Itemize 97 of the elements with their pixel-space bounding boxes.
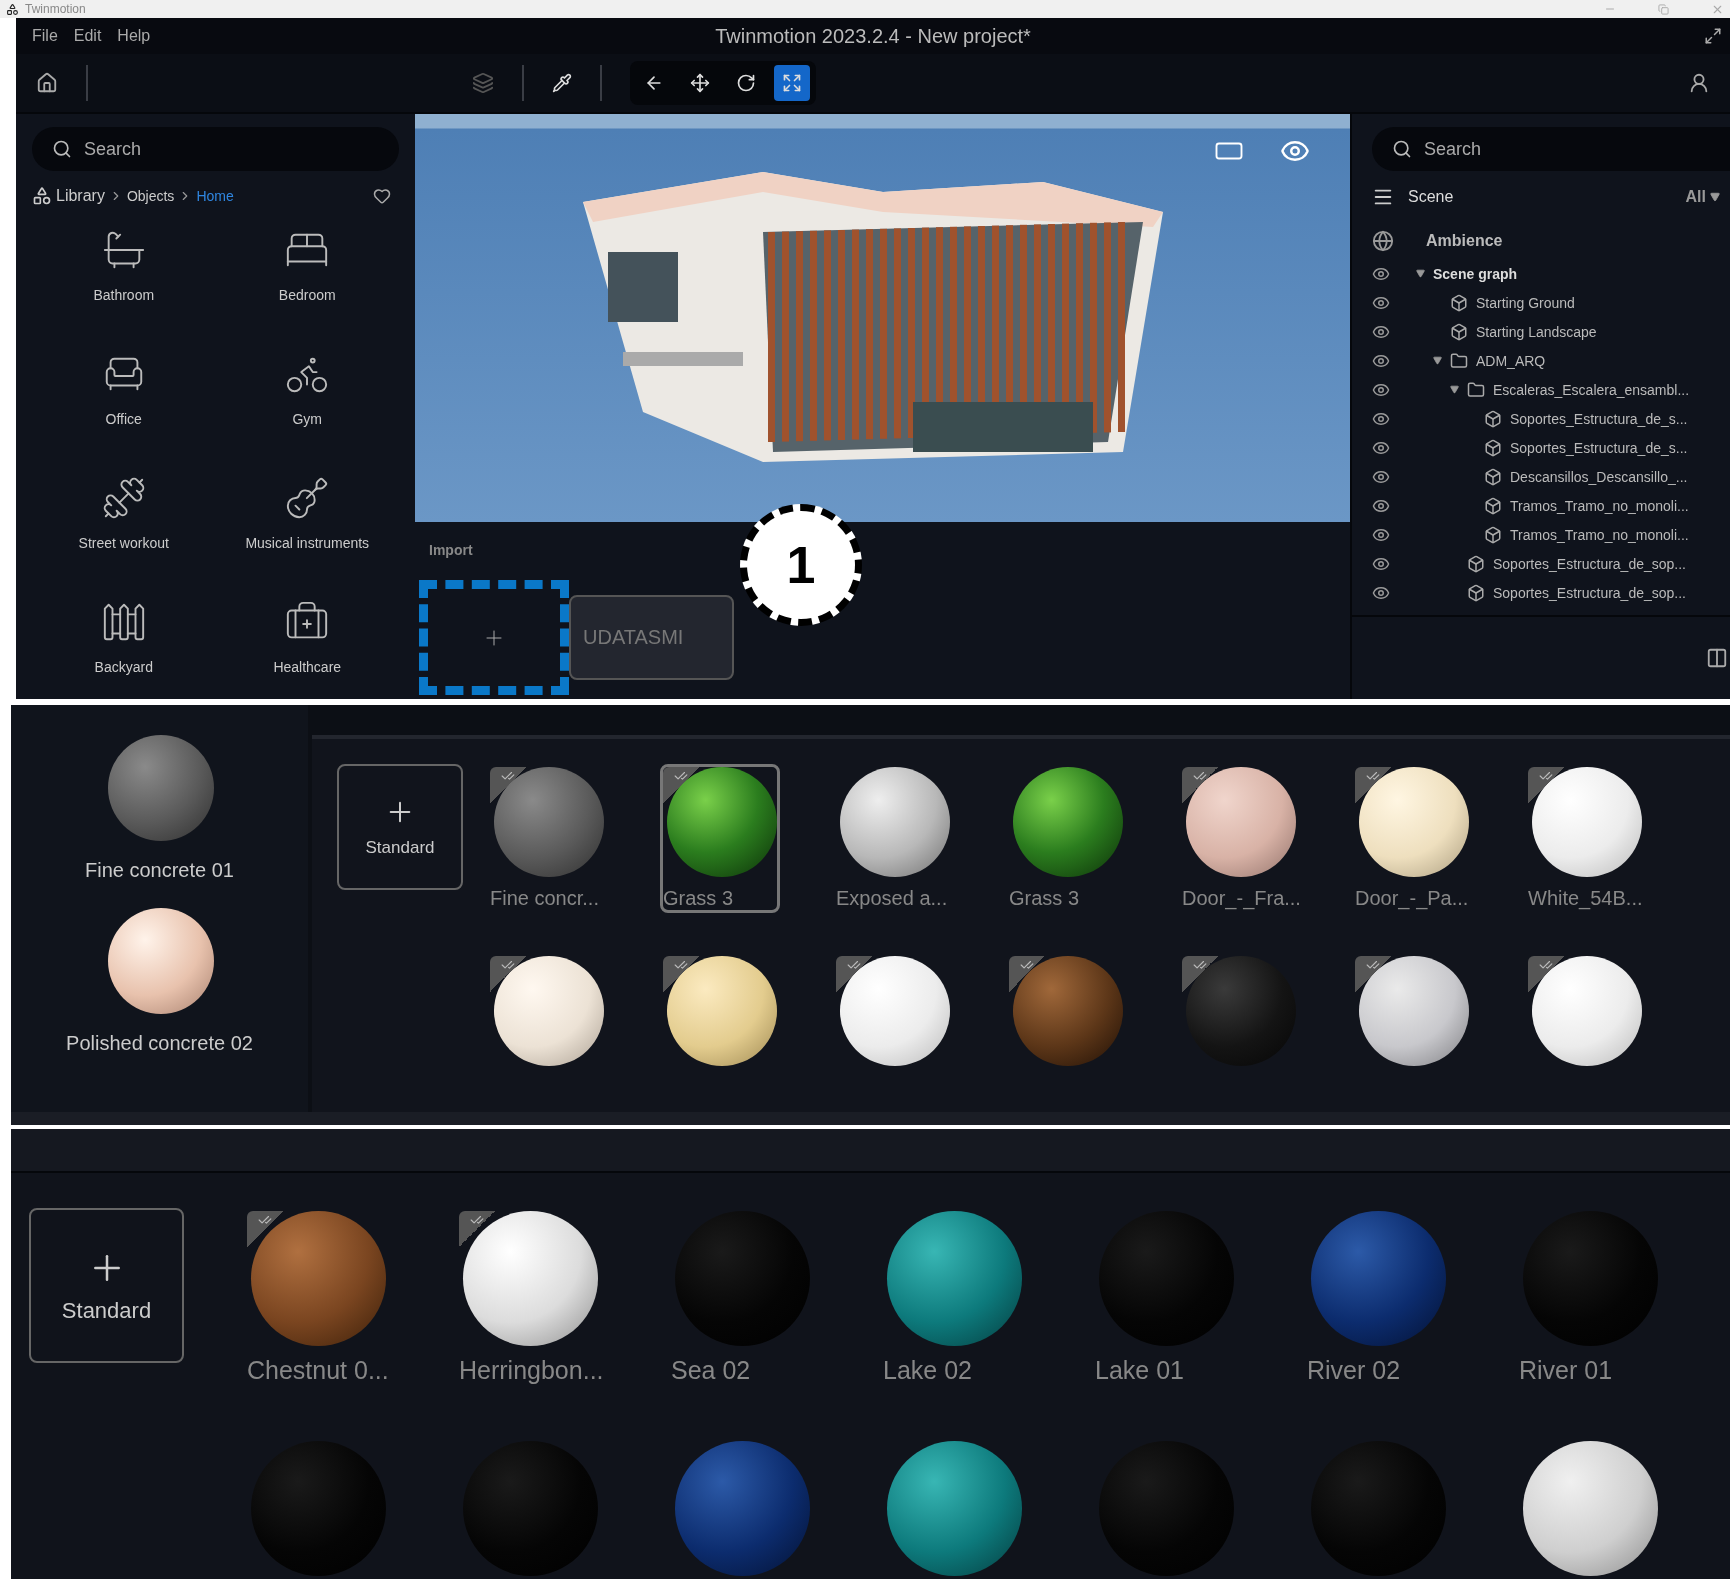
- material-name: Door_-_Pa...: [1355, 887, 1469, 911]
- tree-item[interactable]: Starting Ground: [1476, 294, 1575, 311]
- material-tile[interactable]: Chestnut 0...: [244, 1208, 392, 1388]
- fullscreen-icon[interactable]: [1704, 27, 1722, 46]
- tree-item[interactable]: Tramos_Tramo_no_monoli...: [1510, 497, 1689, 514]
- cube-icon: [1484, 467, 1502, 486]
- material-name: Polished concrete 02: [66, 1032, 253, 1056]
- material-name: Fine concrete 01: [85, 859, 234, 883]
- material-tile[interactable]: River 02: [1304, 1208, 1449, 1388]
- tree-item[interactable]: Starting Landscape: [1476, 323, 1597, 340]
- add-material-button[interactable]: Standard: [337, 764, 463, 891]
- category-item[interactable]: Bathroom: [32, 203, 216, 328]
- material-tile[interactable]: River 01: [1516, 1208, 1661, 1388]
- caret-icon[interactable]: [1433, 356, 1442, 366]
- category-item[interactable]: Bedroom: [215, 203, 399, 328]
- menu-item[interactable]: File: [24, 27, 66, 46]
- material-tile[interactable]: Sea 02: [668, 1208, 813, 1388]
- caret-icon[interactable]: [1416, 269, 1425, 279]
- tree-item[interactable]: Soportes_Estructura_de_sop...: [1493, 584, 1686, 601]
- category-item[interactable]: Street workout: [32, 451, 216, 576]
- material-name: River 01: [1519, 1356, 1613, 1385]
- cube-icon: [1450, 293, 1468, 312]
- tree-item[interactable]: Soportes_Estructura_de_s...: [1510, 410, 1688, 427]
- layers-icon[interactable]: [472, 72, 494, 95]
- viewport[interactable]: [415, 114, 1350, 523]
- cube-icon: [1467, 583, 1485, 602]
- breadcrumb-link[interactable]: Objects: [126, 188, 175, 205]
- cube-icon: [1467, 554, 1485, 573]
- shapes-icon: [32, 186, 52, 207]
- material-tile[interactable]: Lake 02: [880, 1208, 1025, 1388]
- search-bar[interactable]: Search: [32, 127, 399, 172]
- breadcrumb-link[interactable]: Library: [56, 187, 105, 206]
- menu-item[interactable]: Help: [109, 27, 159, 46]
- globe-icon: [1372, 230, 1394, 253]
- search-icon: [1392, 139, 1412, 160]
- material-name: Door_-_Fra...: [1182, 887, 1301, 911]
- caret-icon: [1710, 192, 1720, 203]
- category-item[interactable]: Office: [32, 327, 216, 452]
- cube-icon: [1484, 438, 1502, 457]
- pipette-icon[interactable]: [552, 73, 572, 94]
- material-name: Grass 3: [1009, 887, 1080, 911]
- material-tile[interactable]: Door_-_Fra...: [1179, 764, 1304, 914]
- category-item[interactable]: Healthcare: [215, 575, 399, 700]
- add-material-button[interactable]: Standard: [29, 1208, 184, 1363]
- cube-icon: [1484, 496, 1502, 515]
- caret-icon[interactable]: [1450, 385, 1459, 395]
- tree-item[interactable]: Soportes_Estructura_de_s...: [1510, 439, 1688, 456]
- tree-item[interactable]: Ambience: [1426, 232, 1503, 251]
- folder-icon: [1467, 380, 1485, 399]
- panel-title: Scene: [1408, 188, 1454, 207]
- material-name: White_54B...: [1528, 887, 1643, 911]
- tree-item[interactable]: ADM_ARQ: [1476, 352, 1546, 369]
- material-tile[interactable]: Grass 3: [1006, 764, 1126, 914]
- search-field[interactable]: Search: [1422, 137, 1710, 161]
- home-icon[interactable]: [36, 72, 58, 95]
- material-name: Fine concr...: [490, 887, 599, 911]
- material-tile[interactable]: White_54B...: [1525, 764, 1646, 914]
- category-item[interactable]: Musical instruments: [215, 451, 399, 576]
- cube-icon: [1450, 322, 1468, 341]
- tree-item[interactable]: Soportes_Estructura_de_sop...: [1493, 555, 1686, 572]
- user-icon[interactable]: [1688, 72, 1710, 95]
- category-item[interactable]: Backyard: [32, 575, 216, 700]
- material-name: Herringbon...: [459, 1356, 604, 1385]
- search-icon: [52, 139, 72, 160]
- filter-dropdown[interactable]: All: [1679, 187, 1726, 208]
- material-tile[interactable]: Door_-_Pa...: [1352, 764, 1472, 914]
- material-tile[interactable]: Fine concr...: [487, 764, 607, 914]
- search-field[interactable]: Search: [82, 137, 379, 161]
- folder-icon: [1450, 351, 1468, 370]
- step-badge: 1: [740, 504, 862, 627]
- material-name: Lake 02: [883, 1356, 972, 1385]
- material-tile[interactable]: Lake 01: [1092, 1208, 1237, 1388]
- heart-icon[interactable]: [373, 187, 391, 206]
- window-title: Twinmotion 2023.2.4 - New project*: [715, 24, 1031, 48]
- app-name: Twinmotion: [25, 2, 87, 17]
- material-name: Grass 3: [663, 887, 734, 911]
- tree-item[interactable]: Scene graph: [1433, 265, 1518, 282]
- cube-icon: [1484, 525, 1502, 544]
- cube-icon: [1484, 409, 1502, 428]
- material-name: Lake 01: [1095, 1356, 1184, 1385]
- expand-icon[interactable]: [774, 65, 810, 102]
- tree-item[interactable]: Escaleras_Escalera_ensambl...: [1493, 381, 1690, 398]
- tree-item[interactable]: Tramos_Tramo_no_monoli...: [1510, 526, 1689, 543]
- material-name: Sea 02: [671, 1356, 751, 1385]
- material-name: Exposed a...: [836, 887, 948, 911]
- menu-item[interactable]: Edit: [65, 27, 110, 46]
- material-tile[interactable]: Herringbon...: [456, 1208, 607, 1388]
- material-name: Chestnut 0...: [247, 1356, 389, 1385]
- category-item[interactable]: Gym: [215, 327, 399, 452]
- material-tile[interactable]: Exposed a...: [833, 764, 953, 914]
- search-bar[interactable]: Search: [1372, 127, 1730, 172]
- breadcrumb-link[interactable]: Home: [196, 188, 234, 205]
- tree-item[interactable]: Descansillos_Descansillo_...: [1510, 468, 1688, 485]
- app-logo-icon: [6, 2, 19, 16]
- material-tile[interactable]: Grass 3: [660, 764, 780, 914]
- section-label: Import: [429, 542, 474, 559]
- material-name: River 02: [1307, 1356, 1401, 1385]
